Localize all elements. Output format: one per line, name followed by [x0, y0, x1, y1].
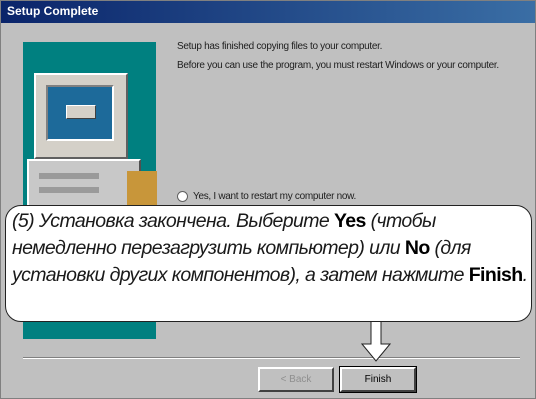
setup-finished-text: Setup has finished copying files to your… — [177, 41, 383, 52]
radio-label: Yes, I want to restart my computer now. — [193, 191, 357, 203]
monitor-illustration — [34, 73, 128, 159]
separator-line — [23, 357, 520, 359]
no-keyword: No — [404, 237, 430, 259]
finish-button[interactable]: Finish — [339, 366, 417, 393]
yes-keyword: Yes — [333, 210, 366, 232]
monitor-screen — [46, 85, 114, 141]
instruction-text: (5) Установка закончена. Выберите Yes (ч… — [12, 208, 534, 289]
screen-window-icon — [66, 105, 96, 119]
instruction-part: Установка закончена. Выберите — [38, 210, 334, 232]
finish-keyword: Finish — [468, 264, 523, 286]
restart-yes-option[interactable]: Yes, I want to restart my computer now. — [177, 191, 356, 202]
back-button[interactable]: < Back — [258, 367, 334, 392]
instruction-callout: (5) Установка закончена. Выберите Yes (ч… — [5, 205, 532, 322]
title-bar: Setup Complete — [1, 1, 535, 23]
restart-required-text: Before you can use the program, you must… — [177, 60, 499, 71]
window-title: Setup Complete — [7, 4, 99, 18]
drive-slot-icon — [39, 187, 99, 193]
step-number: (5) — [12, 210, 35, 232]
instruction-part: . — [522, 264, 528, 286]
drive-slot-icon — [39, 173, 99, 179]
down-arrow-icon — [361, 320, 391, 362]
setup-complete-dialog: Setup Complete Setup has finished copyin… — [0, 0, 536, 399]
radio-button[interactable] — [177, 191, 188, 202]
